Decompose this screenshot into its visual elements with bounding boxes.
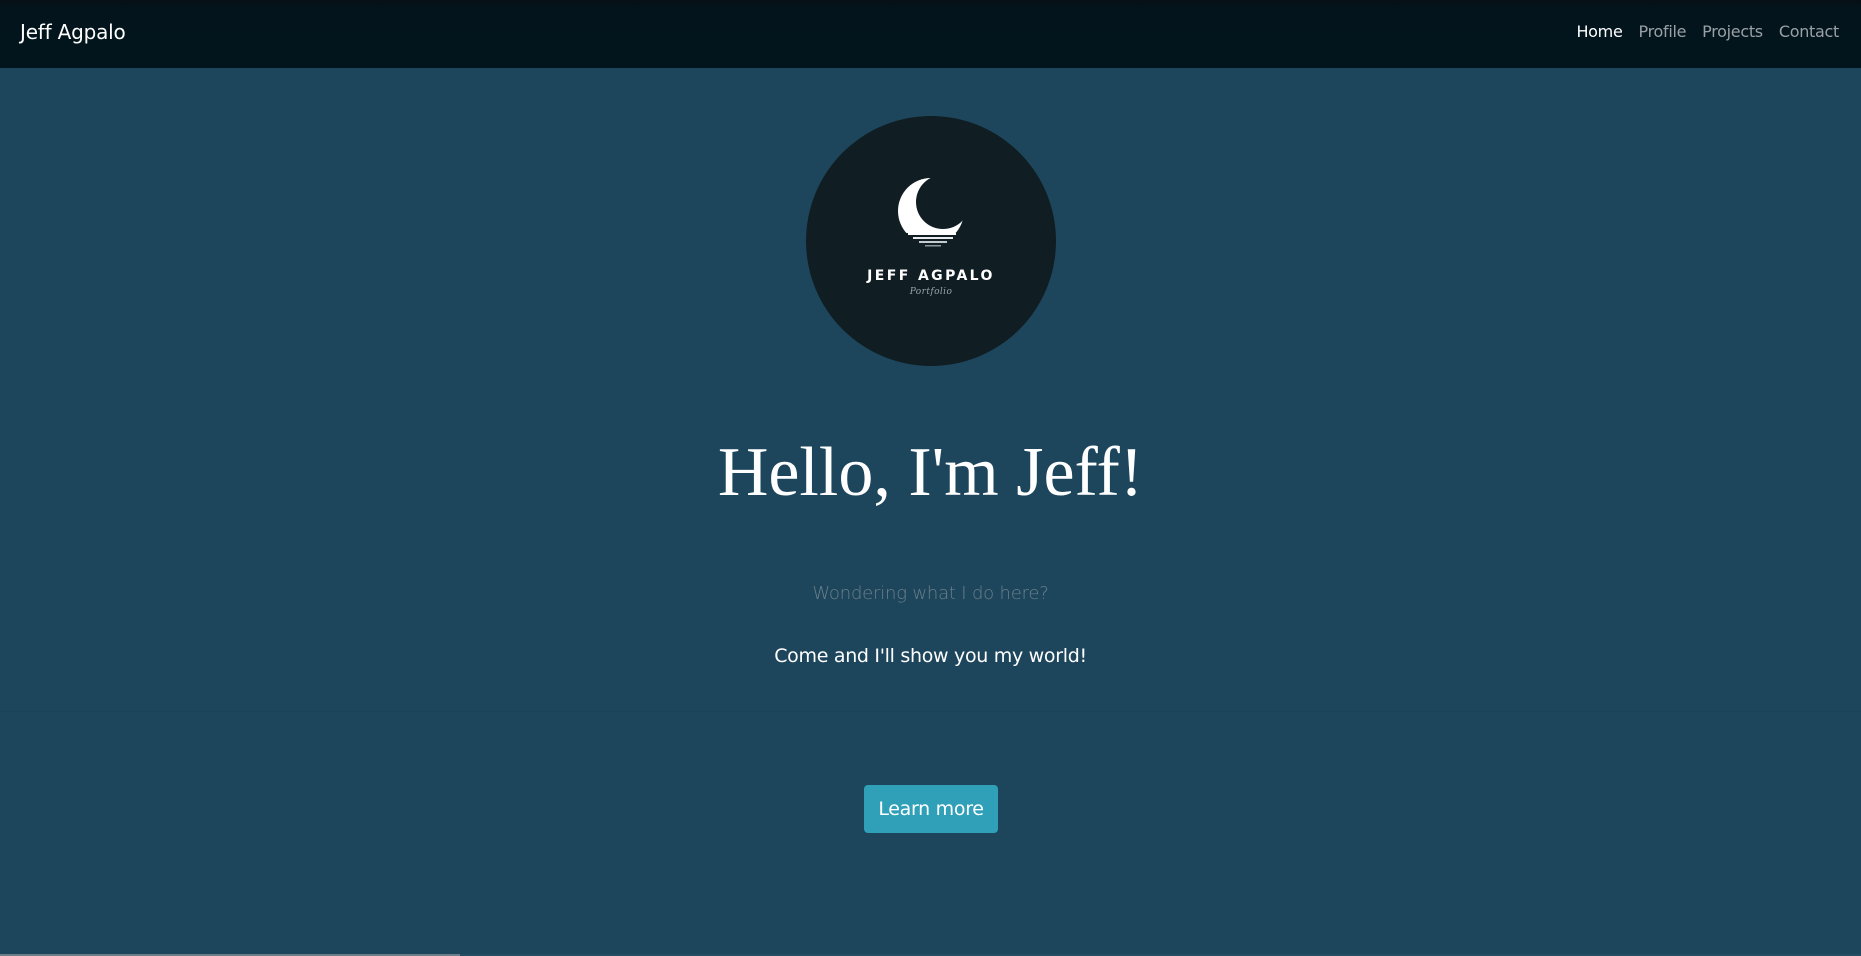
logo-subtitle: Portfolio: [909, 287, 953, 297]
learn-more-button[interactable]: Learn more: [864, 785, 998, 833]
nav-links: Home Profile Projects Contact: [1576, 22, 1839, 41]
nav-link-home[interactable]: Home: [1576, 22, 1622, 41]
nav-link-profile[interactable]: Profile: [1639, 22, 1687, 41]
navbar: Jeff Agpalo Home Profile Projects Contac…: [0, 0, 1861, 68]
hero-title: Hello, I'm Jeff!: [717, 434, 1144, 511]
brand-link[interactable]: Jeff Agpalo: [20, 20, 126, 44]
nav-link-projects[interactable]: Projects: [1702, 22, 1763, 41]
logo: JEFF AGPALO Portfolio: [806, 116, 1056, 366]
crescent-moon-icon: [898, 178, 964, 247]
hero-subtitle: Wondering what I do here?: [812, 583, 1049, 604]
logo-name: JEFF AGPALO: [867, 268, 995, 284]
nav-link-contact[interactable]: Contact: [1779, 22, 1839, 41]
hero-text: Come and I'll show you my world!: [774, 645, 1087, 667]
section-divider: [0, 711, 1861, 712]
